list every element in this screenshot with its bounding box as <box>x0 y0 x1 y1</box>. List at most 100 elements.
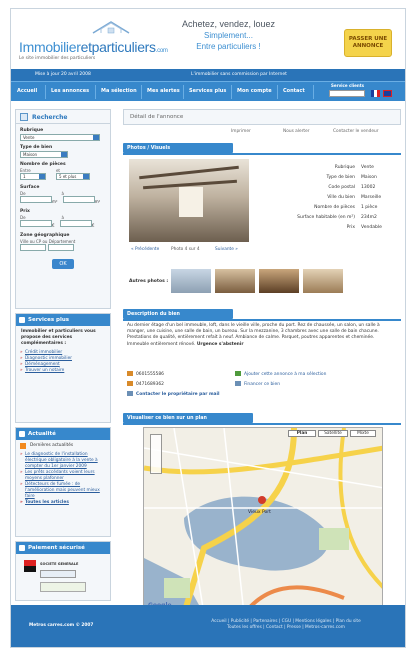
nav-contact[interactable]: Contact <box>283 88 305 94</box>
phone-2: 0471689362 <box>127 381 164 387</box>
prix-label: Prix <box>20 209 30 214</box>
slogan-line-1: Achetez, vendez, louez <box>181 19 276 29</box>
map-type-satellite[interactable]: Satellite <box>318 430 348 437</box>
description-section: Description du bien Au dernier étage d'u… <box>123 309 401 413</box>
type-select[interactable]: Maison <box>20 151 68 158</box>
info-bar: Mise à jour 20 avril 2008 L'immobilier s… <box>11 69 405 81</box>
photo-prev-link[interactable]: « Précédente <box>131 247 159 252</box>
house-logo-icon <box>92 21 130 34</box>
thumbnail[interactable] <box>215 269 255 293</box>
rubrique-select[interactable]: Vente <box>20 134 100 141</box>
update-date: Mise à jour 20 avril 2008 <box>35 72 91 77</box>
section-rule <box>123 423 401 425</box>
pieces-max-select[interactable]: 5 et plus <box>56 173 90 180</box>
footer-links: Accueil | Publicité | Partenaires | CGU … <box>181 619 391 631</box>
prix-min-input[interactable] <box>20 220 52 227</box>
surface-label: Surface <box>20 185 40 190</box>
services-title: Services plus <box>16 314 110 326</box>
search-title: Recherche <box>16 110 110 124</box>
rss-link[interactable]: Dernières actualités <box>16 440 110 452</box>
magnifier-icon <box>20 113 28 121</box>
phone-icon <box>127 371 133 376</box>
zoom-control[interactable] <box>150 434 162 474</box>
photo-next-link[interactable]: Suivante » <box>215 247 238 252</box>
rss-icon <box>20 443 26 449</box>
nav-separator <box>141 85 142 99</box>
print-link[interactable]: Imprimer <box>231 129 251 134</box>
add-selection-link[interactable]: Ajouter cette annonce à ma sélection <box>235 371 326 377</box>
thumbnail[interactable] <box>171 269 211 293</box>
contact-seller-link[interactable]: Contacter le vendeur <box>333 129 378 134</box>
contact-owner-link[interactable]: Contacter le propriétaire par mail <box>127 391 220 397</box>
footer-links-line-2[interactable]: Toutes les offres | Contact | Presse | M… <box>181 625 391 631</box>
main-photo[interactable] <box>129 159 249 242</box>
nav-alertes[interactable]: Mes alertes <box>147 88 180 94</box>
breadcrumb: Détail de l'annonce <box>123 109 401 125</box>
phone-icon <box>127 381 133 386</box>
service-clients-label: Service clients <box>331 83 364 88</box>
spec-value: Vente <box>361 165 374 170</box>
pieces-min-select[interactable]: 1 <box>20 173 46 180</box>
nav-separator <box>183 85 184 99</box>
all-articles-link[interactable]: Toutes les articles <box>16 500 110 506</box>
news-icon <box>19 431 25 437</box>
photos-title: Photos / Visuels <box>123 143 233 153</box>
french-flag-icon[interactable] <box>371 90 380 97</box>
news-link[interactable]: Les prêts accédants voient leurs moyens … <box>16 470 110 482</box>
thumbnail[interactable] <box>259 269 299 293</box>
description-text: Au dernier étage d'un bel immeuble, loft… <box>127 323 380 347</box>
main-nav: Accueil Les annonces Ma sélection Mes al… <box>11 81 405 101</box>
spec-value: Maison <box>361 175 377 180</box>
footer-copyright: Metros carres.com © 2007 <box>29 623 94 628</box>
sidebar: Recherche Rubrique Vente Type de bien Ma… <box>15 109 111 605</box>
prix-row: € € <box>16 220 110 229</box>
spec-value: 234m2 <box>361 215 377 220</box>
map-type-plan[interactable]: Plan <box>288 430 316 437</box>
plus-icon <box>19 317 25 323</box>
post-ad-line-1: PASSER UNE <box>348 36 388 42</box>
uk-flag-icon[interactable] <box>383 90 392 97</box>
service-search-input[interactable] <box>329 90 365 97</box>
photo-beam <box>139 165 239 180</box>
nav-accueil[interactable]: Accueil <box>17 88 37 94</box>
news-link[interactable]: Détecteurs de fumée : de l'amélioration … <box>16 482 110 500</box>
thumbnail[interactable] <box>303 269 343 293</box>
euro-unit: € <box>91 223 95 228</box>
zone-label: Zone géographique <box>20 233 70 238</box>
post-ad-button[interactable]: PASSER UNE ANNONCE <box>344 29 392 57</box>
nav-separator <box>277 85 278 99</box>
nav-selection[interactable]: Ma sélection <box>101 88 137 94</box>
search-ok-button[interactable]: OK <box>52 259 74 269</box>
mail-icon <box>127 391 133 396</box>
slogan-line-2: Simplement... <box>204 31 253 40</box>
map-tiles <box>144 428 382 612</box>
actu-box: Actualité Dernières actualités Le diagno… <box>15 427 111 537</box>
spec-value: 13002 <box>361 185 376 190</box>
nav-services[interactable]: Services plus <box>189 88 226 94</box>
actu-title: Actualité <box>16 428 110 440</box>
bar-notice: L'immobilier sans commission par Interne… <box>191 72 287 77</box>
nav-compte[interactable]: Mon compte <box>237 88 272 94</box>
zone-input-2[interactable] <box>47 244 74 251</box>
payment-title: Paiement sécurisé <box>16 542 110 554</box>
finance-link[interactable]: Financer ce bien <box>235 381 280 387</box>
slogan: Achetez, vendez, louez Simplement... Ent… <box>171 19 286 52</box>
zone-row <box>16 244 110 253</box>
nav-annonces[interactable]: Les annonces <box>51 88 89 94</box>
surface-min-input[interactable] <box>20 196 52 203</box>
prix-max-input[interactable] <box>59 220 92 227</box>
page-frame: Immobilieretparticuliers.com Le site imm… <box>10 8 406 648</box>
spec-value: Marseille <box>361 195 382 200</box>
map-place-label: Vieux Port <box>248 510 271 515</box>
news-link[interactable]: Le diagnostic de l'installation électriq… <box>16 452 110 470</box>
surface-max-input[interactable] <box>62 196 95 203</box>
bank-logo-icon <box>24 560 36 572</box>
map-type-mixte[interactable]: Mixte <box>350 430 376 437</box>
site-logo[interactable]: Immobilieretparticuliers.com Le site imm… <box>19 19 168 63</box>
alert-link[interactable]: Nous alerter <box>283 129 310 134</box>
map-view[interactable]: Plan Satellite Mixte Vieux Port Google <box>143 427 383 613</box>
section-rule <box>123 319 401 321</box>
service-link-notaire[interactable]: Trouver un notaire <box>16 368 110 374</box>
zone-input-1[interactable] <box>20 244 46 251</box>
map-section: Visualiser ce bien sur un plan Plan Sate… <box>123 413 401 613</box>
